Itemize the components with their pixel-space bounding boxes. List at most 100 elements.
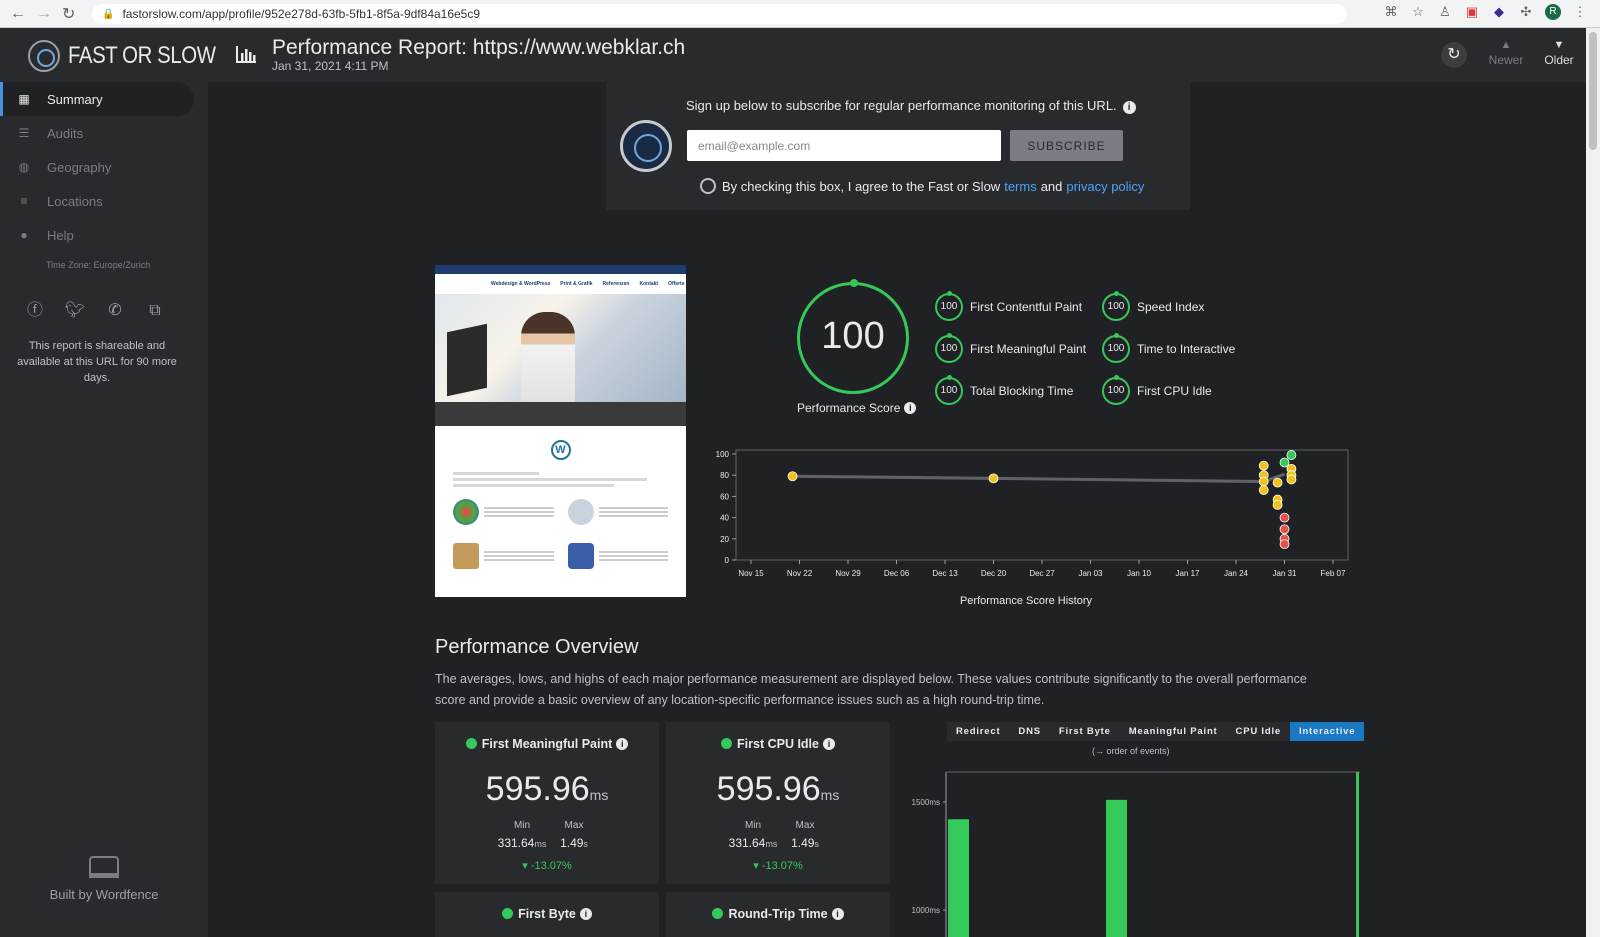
- agree-text: By checking this box, I agree to the Fas…: [722, 178, 1001, 194]
- sidebar-item-summary[interactable]: ▦ Summary: [0, 82, 194, 116]
- tab-meaningful-paint[interactable]: Meaningful Paint: [1120, 722, 1227, 741]
- page-scrollbar[interactable]: [1586, 28, 1600, 937]
- info-icon[interactable]: i: [579, 908, 592, 920]
- status-dot-icon: [465, 738, 477, 749]
- puzzle-extensions-icon[interactable]: ✣: [1518, 4, 1534, 20]
- y-tick-label: 40: [720, 514, 729, 523]
- scrollbar-thumb[interactable]: [1589, 32, 1597, 150]
- order-of-events-note: (→ order of events): [1092, 746, 1170, 756]
- agree-checkbox[interactable]: [700, 178, 716, 194]
- score-point[interactable]: [1272, 499, 1283, 510]
- score-point[interactable]: [1286, 474, 1297, 485]
- metric-time-to-interactive: 100 Time to Interactive: [1102, 333, 1236, 363]
- profile-avatar[interactable]: R: [1545, 4, 1561, 20]
- facebook-icon[interactable]: ⓕ: [24, 300, 46, 322]
- twitter-icon[interactable]: 🐦︎: [64, 300, 86, 322]
- max-value: 1.49s: [544, 836, 604, 850]
- whatsapp-icon[interactable]: ✆: [104, 300, 126, 322]
- bookmark-star-icon[interactable]: ☆: [1410, 4, 1426, 20]
- tab-redirect[interactable]: Redirect: [947, 722, 1009, 741]
- change-indicator: ▾ -13.07%: [435, 859, 659, 872]
- score-point[interactable]: [1286, 450, 1297, 460]
- tab-first-byte[interactable]: First Byte: [1050, 722, 1120, 741]
- copy-link-icon[interactable]: ⧉: [144, 300, 166, 322]
- site-screenshot: Webdesign & WordPress Print & Grafik Refer…: [435, 265, 686, 597]
- app-header: FAST OR SLOW Performance Report: https:/…: [0, 28, 1586, 82]
- info-icon[interactable]: i: [1122, 101, 1136, 114]
- refresh-report-button[interactable]: ↻: [1441, 42, 1467, 68]
- section-description: The averages, lows, and highs of each ma…: [435, 672, 1307, 707]
- more-menu-icon[interactable]: ⋮: [1572, 4, 1588, 20]
- metric-label: Time to Interactive: [1137, 342, 1236, 356]
- score-point[interactable]: [1258, 485, 1269, 495]
- tab-interactive[interactable]: Interactive: [1290, 722, 1365, 741]
- y-tick-label: 0: [725, 556, 730, 565]
- forward-arrow-icon[interactable]: →: [36, 5, 52, 23]
- brand-name: FAST OR SLOW: [68, 42, 216, 69]
- card-average-unit: ms: [589, 787, 609, 803]
- older-report-button[interactable]: ▼ Older: [1539, 39, 1579, 67]
- subscribe-button[interactable]: SUBSCRIBE: [1010, 130, 1123, 161]
- timeline-bar: [1106, 799, 1127, 937]
- tab-cpu-idle[interactable]: CPU Idle: [1227, 722, 1290, 741]
- card-title: First Byte i: [435, 907, 659, 921]
- card-average-value: 595.96: [485, 770, 590, 808]
- card-average: 595.96ms: [666, 770, 890, 809]
- metric-label: First Contentful Paint: [970, 300, 1083, 314]
- score-point[interactable]: [1279, 512, 1290, 523]
- terms-link[interactable]: terms: [1004, 179, 1037, 194]
- score-point[interactable]: [1279, 539, 1290, 549]
- address-bar[interactable]: 🔒 fastorslow.com/app/profile/952e278d-63…: [92, 4, 1347, 24]
- info-icon[interactable]: i: [616, 738, 629, 750]
- metric-label: First Meaningful Paint: [970, 342, 1087, 356]
- grid-icon: ▦: [18, 92, 30, 106]
- trend-line: [792, 472, 1286, 484]
- min-value: 331.64ms: [492, 836, 552, 850]
- gauge-marker: [850, 279, 858, 287]
- sidebar-item-audits[interactable]: ☰ Audits: [0, 116, 194, 150]
- translate-icon[interactable]: ⌘: [1383, 4, 1399, 20]
- sidebar-item-geography[interactable]: ◍ Geography: [0, 150, 194, 184]
- max-number: 1.49: [560, 836, 584, 850]
- x-tick-label: Dec 20: [981, 569, 1007, 578]
- timezone-label: Time Zone: Europe/Zurich: [46, 260, 151, 270]
- metric-score-ring: 100: [935, 333, 963, 363]
- extension-shield-icon[interactable]: ◆: [1491, 4, 1507, 20]
- sidebar-item-locations[interactable]: ≡ Locations: [0, 184, 194, 218]
- browser-toolbar: ← → ↻ 🔒 fastorslow.com/app/profile/952e2…: [0, 0, 1600, 28]
- max-value: 1.49s: [775, 836, 835, 850]
- score-point[interactable]: [1258, 476, 1269, 487]
- score-point[interactable]: [787, 471, 798, 482]
- metric-first-cpu-idle: 100 First CPU Idle: [1102, 375, 1212, 405]
- info-icon[interactable]: i: [904, 402, 917, 414]
- change-value: -13.07%: [530, 860, 572, 872]
- info-icon[interactable]: i: [822, 738, 835, 750]
- back-arrow-icon[interactable]: ←: [10, 5, 26, 23]
- metric-first-meaningful-paint: 100 First Meaningful Paint: [935, 333, 1087, 363]
- min-number: 331.64: [728, 836, 766, 850]
- section-title: Performance Overview: [435, 636, 639, 658]
- score-point[interactable]: [1279, 457, 1290, 468]
- x-tick-label: Dec 27: [1029, 569, 1055, 578]
- x-tick-label: Jan 24: [1224, 569, 1249, 578]
- pdf-extension-icon[interactable]: ▣: [1464, 4, 1480, 20]
- score-point[interactable]: [1279, 524, 1290, 535]
- metric-score-ring: 100: [935, 375, 963, 405]
- score-point[interactable]: [1272, 477, 1283, 488]
- performance-score-text: Performance Score: [797, 401, 901, 415]
- reload-icon[interactable]: ↻: [62, 4, 75, 24]
- extension-person-icon[interactable]: ♙: [1437, 4, 1453, 20]
- email-field[interactable]: [687, 130, 1001, 161]
- score-point[interactable]: [988, 473, 999, 484]
- privacy-policy-link[interactable]: privacy policy: [1066, 179, 1144, 194]
- metric-label: Speed Index: [1137, 300, 1205, 314]
- app-logo[interactable]: FAST OR SLOW: [28, 40, 242, 72]
- built-by-wordfence[interactable]: Built by Wordfence: [44, 856, 164, 904]
- info-icon[interactable]: i: [831, 908, 844, 920]
- min-number: 331.64: [497, 836, 535, 850]
- score-point[interactable]: [1258, 460, 1269, 471]
- sidebar-item-help[interactable]: ● Help: [0, 218, 194, 252]
- newer-report-button[interactable]: ▲ Newer: [1486, 39, 1526, 67]
- tab-dns[interactable]: DNS: [1009, 722, 1049, 741]
- chart-title: Performance Score History: [960, 595, 1093, 607]
